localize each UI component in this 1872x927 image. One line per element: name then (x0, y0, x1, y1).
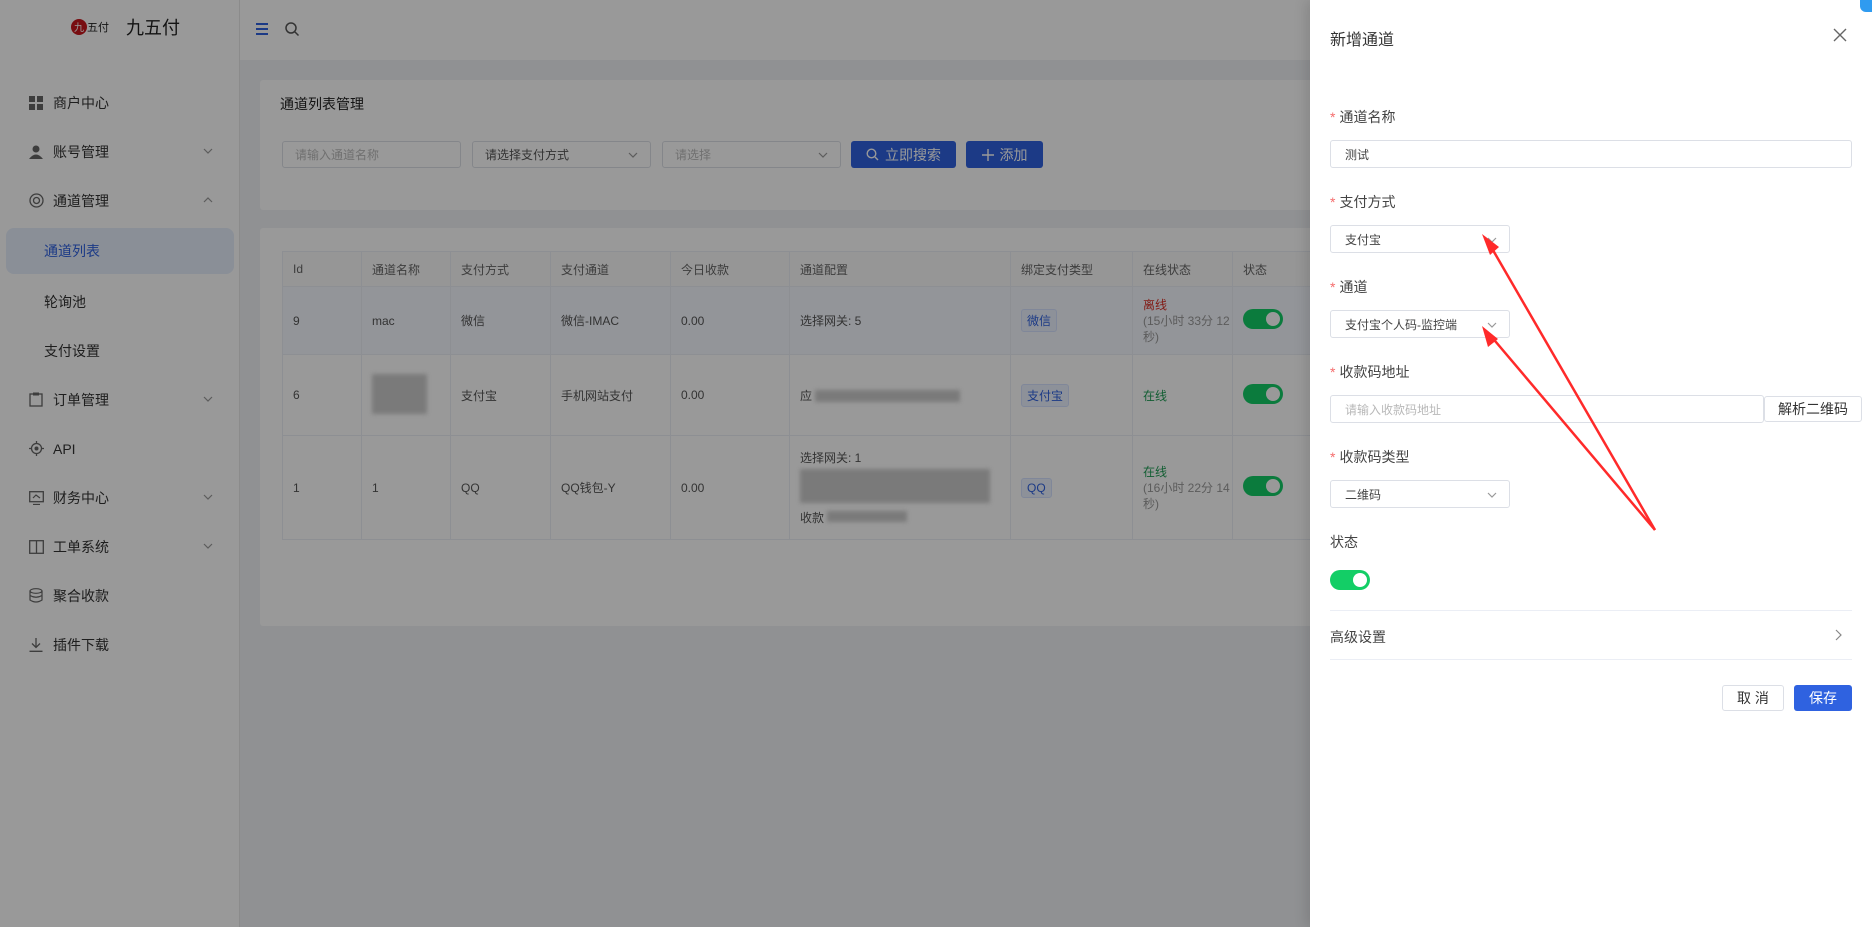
annotation-layer (1482, 234, 1657, 531)
annotation-arrow (1482, 326, 1656, 531)
annotation-arrow (1482, 234, 1657, 531)
